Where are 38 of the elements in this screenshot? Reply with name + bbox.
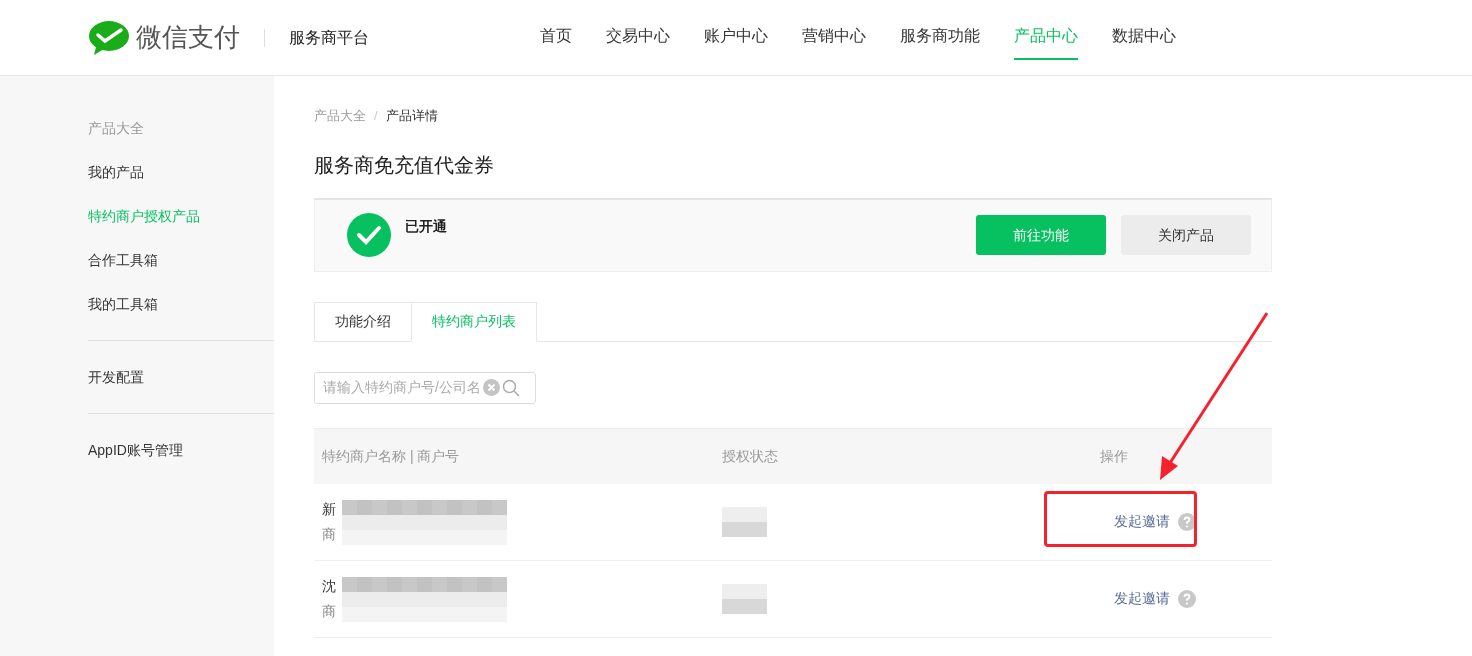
merchant-name: 新 (322, 499, 337, 519)
nav-link[interactable]: 服务商功能 (900, 15, 980, 60)
sidebar-item[interactable]: 我的工具箱 (88, 282, 274, 326)
nav-link[interactable]: 数据中心 (1112, 15, 1176, 60)
merchant-number: 商 (322, 601, 337, 621)
search-field[interactable]: 请输入特约商户号/公司名 (314, 371, 536, 404)
platform-name: 服务商平台 (289, 27, 369, 48)
sidebar-item[interactable]: 开发配置 (88, 355, 274, 399)
column-header: 特约商户名称 | 商户号 (321, 446, 461, 466)
search-input[interactable]: 请输入特约商户号/公司名 (323, 377, 481, 398)
nav-link[interactable]: 账户中心 (704, 15, 768, 60)
help-icon[interactable] (1178, 589, 1196, 608)
breadcrumb-current: 产品详情 (385, 107, 438, 125)
column-header: 授权状态 (722, 446, 779, 466)
page-title: 服务商免充值代金券 (314, 152, 495, 178)
breadcrumb-separator: / (374, 107, 378, 125)
search-icon[interactable] (502, 378, 520, 397)
sidebar-item[interactable]: 我的产品 (88, 150, 274, 194)
status-text: 已开通 (405, 216, 447, 236)
invite-link[interactable]: 发起邀请 (1114, 511, 1170, 532)
invite-link[interactable]: 发起邀请 (1114, 588, 1170, 609)
clear-icon[interactable] (483, 379, 500, 396)
redaction-drawing (722, 583, 767, 614)
column-header: 操作 (1100, 446, 1128, 466)
sidebar-item[interactable]: AppID账号管理 (88, 428, 274, 472)
merchant-number: 商 (322, 524, 337, 544)
nav-link[interactable]: 营销中心 (802, 15, 866, 60)
logo-icon (88, 19, 130, 56)
logo-text: 微信支付 (136, 21, 240, 54)
sidebar-item[interactable]: 合作工具箱 (88, 238, 274, 282)
check-icon (347, 213, 391, 257)
merchant-name: 沈 (322, 576, 337, 596)
secondary-button[interactable]: 关闭产品 (1121, 215, 1251, 255)
sidebar-heading: 产品大全 (88, 119, 145, 138)
nav-link[interactable]: 首页 (540, 15, 572, 60)
redaction-drawing (722, 506, 767, 537)
help-icon[interactable] (1178, 512, 1196, 531)
nav-link[interactable]: 交易中心 (606, 15, 670, 60)
